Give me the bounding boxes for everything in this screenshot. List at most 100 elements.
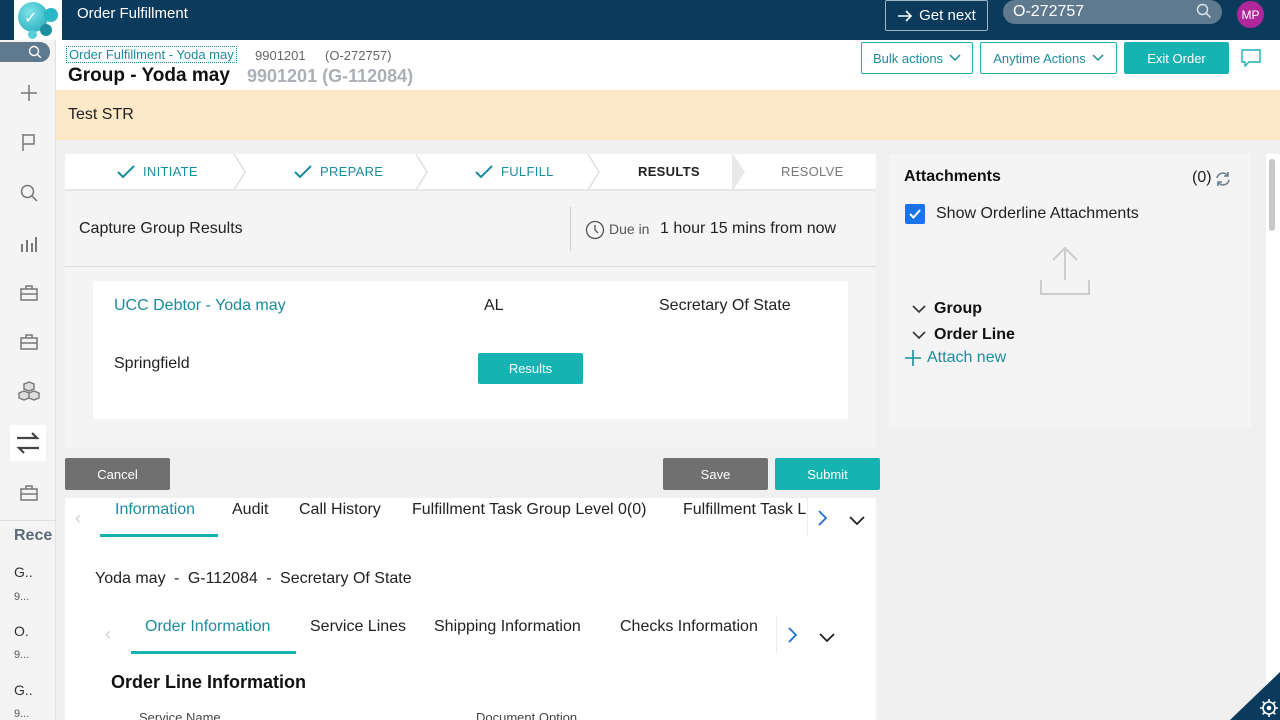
state-value: AL <box>484 297 504 314</box>
logo-bubble <box>44 8 58 22</box>
rail-divider <box>0 520 56 521</box>
attachments-count: (0) <box>1192 169 1212 186</box>
chevron-down-icon[interactable] <box>849 516 865 526</box>
chevron-right-icon[interactable] <box>817 510 827 526</box>
tab-fulfillment-task[interactable]: Fulfillment Task L <box>683 501 807 519</box>
settings-gear-icon[interactable] <box>1230 672 1280 720</box>
stage-stepper: INITIATE PREPARE FULFILL RESULTS RESOLVE <box>65 154 876 191</box>
search-icon[interactable] <box>16 180 42 206</box>
check-icon <box>475 164 493 178</box>
flag-icon[interactable] <box>16 129 42 155</box>
summary-agency: Secretary Of State <box>280 570 412 587</box>
capture-header: Capture Group Results Due in 1 hour 15 m… <box>65 191 876 267</box>
recent-item[interactable]: G.. <box>14 564 33 580</box>
page-scrollbar[interactable] <box>1266 154 1280 720</box>
plus-icon <box>905 350 921 366</box>
step-label: RESULTS <box>638 164 700 179</box>
save-button[interactable]: Save <box>663 458 768 490</box>
step-results[interactable]: RESULTS <box>638 154 700 189</box>
app-title: Order Fulfillment <box>77 5 188 22</box>
chevron-down-icon <box>912 330 926 339</box>
summary-group-id: G-112084 <box>187 570 258 587</box>
due-label: Due in <box>609 221 650 237</box>
briefcase-icon[interactable] <box>16 329 42 355</box>
bulk-actions-button[interactable]: Bulk actions <box>861 42 973 74</box>
rail-search-button[interactable] <box>0 42 50 62</box>
column-service-name: Service Name <box>139 710 221 720</box>
summary-separator: - <box>266 570 272 587</box>
debtor-link[interactable]: UCC Debtor - Yoda may <box>114 297 286 315</box>
exit-order-button[interactable]: Exit Order <box>1124 42 1229 74</box>
chevron-right-icon[interactable] <box>787 627 797 643</box>
get-next-button[interactable]: Get next <box>885 0 988 31</box>
attach-new-link[interactable]: Attach new <box>904 349 1006 367</box>
tab-service-lines[interactable]: Service Lines <box>310 618 406 636</box>
recent-item-sub: 9... <box>14 591 30 603</box>
logo-bubble <box>28 30 37 39</box>
recent-item[interactable]: G.. <box>14 682 33 698</box>
tab-order-information[interactable]: Order Information <box>145 618 270 636</box>
tab-information[interactable]: Information <box>115 501 195 519</box>
details-panel: ‹ Information Audit Call History Fulfill… <box>65 498 876 720</box>
breadcrumb-order-id: (O-272757) <box>325 48 392 63</box>
step-initiate[interactable]: INITIATE <box>117 154 198 189</box>
briefcase-icon[interactable] <box>16 480 42 506</box>
recent-item[interactable]: O. <box>14 623 29 639</box>
step-prepare[interactable]: PREPARE <box>294 154 383 189</box>
top-bar: ✓ Order Fulfillment Get next O-272757 MP <box>0 0 1280 40</box>
show-orderline-checkbox[interactable] <box>905 204 925 224</box>
cubes-icon[interactable] <box>16 380 42 406</box>
step-label: FULFILL <box>501 164 554 179</box>
tree-node-group[interactable]: Group <box>912 300 982 318</box>
page-subtitle: 9901201 (G-112084) <box>247 66 414 86</box>
tab-call-history[interactable]: Call History <box>299 501 381 519</box>
tree-node-label: Group <box>934 300 982 317</box>
global-search-input[interactable]: O-272757 <box>1003 0 1222 24</box>
divider <box>570 207 571 251</box>
left-rail: Rece G.. 9... O. 9... G.. 9... <box>0 40 56 720</box>
upload-icon[interactable] <box>1039 244 1091 296</box>
attachments-title: Attachments <box>904 168 1001 185</box>
chevron-left-icon[interactable]: ‹ <box>75 508 81 529</box>
cancel-button[interactable]: Cancel <box>65 458 170 490</box>
chat-icon[interactable] <box>1241 49 1261 67</box>
tab-checks-information[interactable]: Checks Information <box>620 618 758 636</box>
submit-button[interactable]: Submit <box>775 458 880 490</box>
result-card: UCC Debtor - Yoda may AL Secretary Of St… <box>93 281 848 419</box>
check-icon <box>117 164 135 178</box>
step-fulfill[interactable]: FULFILL <box>475 154 554 189</box>
refresh-icon[interactable] <box>1215 170 1231 188</box>
tab-audit[interactable]: Audit <box>232 501 268 519</box>
get-next-label: Get next <box>919 7 976 24</box>
clock-icon <box>585 220 605 240</box>
breadcrumb-link[interactable]: Order Fulfillment - Yoda may <box>66 46 237 63</box>
user-avatar[interactable]: MP <box>1237 1 1264 28</box>
banner-text: Test STR <box>68 106 134 123</box>
tab-fulfillment-task-group[interactable]: Fulfillment Task Group Level 0(0) <box>412 501 646 519</box>
page-title: Group - Yoda may <box>68 65 230 86</box>
step-label: PREPARE <box>320 164 384 179</box>
search-icon[interactable] <box>1196 3 1212 19</box>
briefcase-icon[interactable] <box>16 280 42 306</box>
chevron-left-icon[interactable]: ‹ <box>105 624 111 645</box>
recent-label: Rece <box>14 527 53 544</box>
app-logo[interactable]: ✓ <box>14 0 62 40</box>
search-icon <box>28 45 42 59</box>
check-icon: ✓ <box>24 10 38 27</box>
bar-chart-icon[interactable] <box>16 231 42 257</box>
step-divider <box>587 154 600 190</box>
divider <box>776 615 777 653</box>
summary-name: Yoda may <box>95 570 166 587</box>
results-button[interactable]: Results <box>478 353 583 384</box>
step-label: RESOLVE <box>781 164 844 179</box>
scrollbar-thumb[interactable] <box>1269 159 1275 231</box>
order-summary: Yoda may - G-112084 - Secretary Of State <box>95 570 412 588</box>
attach-new-label: Attach new <box>927 349 1007 366</box>
step-resolve[interactable]: RESOLVE <box>781 154 844 189</box>
chevron-down-icon[interactable] <box>819 633 835 643</box>
plus-icon[interactable] <box>16 80 42 106</box>
swap-arrows-icon[interactable] <box>10 425 46 461</box>
anytime-actions-button[interactable]: Anytime Actions <box>980 42 1117 74</box>
tab-shipping-information[interactable]: Shipping Information <box>434 618 581 636</box>
tree-node-order-line[interactable]: Order Line <box>912 326 1015 344</box>
